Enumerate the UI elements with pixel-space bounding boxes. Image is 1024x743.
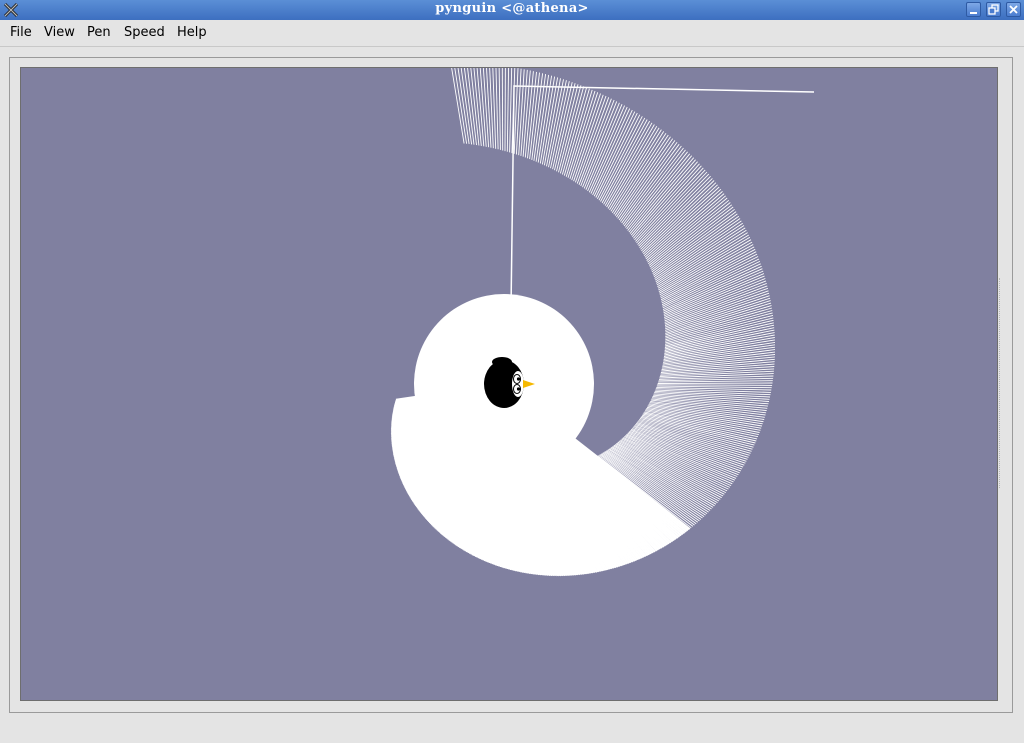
close-icon xyxy=(1009,5,1018,14)
menu-file[interactable]: File xyxy=(10,25,32,40)
title-bar: pynguin <@athena> xyxy=(0,0,1024,20)
menu-speed[interactable]: Speed xyxy=(124,25,165,40)
drawing-canvas[interactable] xyxy=(20,67,998,701)
menu-help[interactable]: Help xyxy=(177,25,207,40)
close-button[interactable] xyxy=(1006,2,1021,17)
minimize-icon xyxy=(970,12,977,14)
spiral-line xyxy=(657,382,773,384)
window-title: pynguin <@athena> xyxy=(435,1,589,16)
menu-bar: File View Pen Speed Help xyxy=(0,20,1024,47)
scroll-edge xyxy=(999,278,1004,488)
maximize-button[interactable] xyxy=(986,2,1001,17)
turtle-drawing xyxy=(21,68,997,700)
spiral-line xyxy=(657,384,773,386)
menu-pen[interactable]: Pen xyxy=(87,25,111,40)
maximize-icon xyxy=(988,4,999,15)
minimize-button[interactable] xyxy=(966,2,981,17)
menu-view[interactable]: View xyxy=(44,25,75,40)
